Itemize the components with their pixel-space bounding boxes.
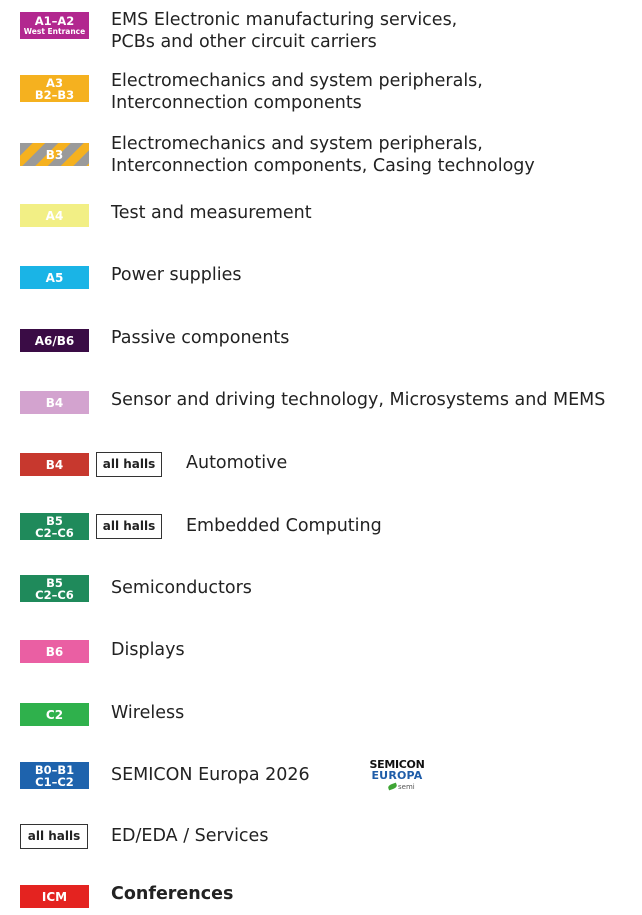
hall-badge: B5 C2–C6: [20, 513, 89, 540]
category-label-line: Interconnection components, Casing techn…: [111, 156, 535, 176]
category-label: SEMICON Europa 2026: [111, 765, 310, 785]
hall-badge: A3 B2–B3: [20, 75, 89, 102]
category-label: ED/EDA / Services: [111, 826, 269, 846]
hall-badge: A4: [20, 204, 89, 227]
category-label: Wireless: [111, 703, 185, 723]
logo-text: semi: [398, 783, 415, 791]
category-label: Passive components: [111, 328, 290, 348]
hall-badge-line: A5: [45, 270, 64, 285]
category-label: Displays: [111, 640, 185, 660]
category-label: Conferences: [111, 884, 234, 904]
category-label: Sensor and driving technology, Microsyst…: [111, 390, 606, 410]
hall-badge-line: C2: [45, 707, 64, 722]
hall-badge-line: A6/B6: [34, 333, 75, 348]
hall-badge: ICM: [20, 885, 89, 908]
hall-badge: B3: [20, 143, 89, 166]
hall-badge-line: C2–C6: [35, 587, 74, 602]
hall-badge: A5: [20, 266, 89, 289]
category-label-line: EMS Electronic manufacturing services,: [111, 10, 458, 30]
hall-badge-line: A3: [46, 75, 63, 90]
logo-text: EUROPA: [371, 769, 423, 782]
hall-badge-line: C1–C2: [35, 774, 74, 789]
category-label: Electromechanics and system peripherals,…: [111, 70, 483, 114]
hall-badge-line: B4: [45, 457, 64, 472]
semicon-europa-logo: SEMICON EUROPA semi: [364, 758, 430, 796]
hall-badge-line: B5: [46, 575, 63, 590]
all-halls-badge: all halls: [96, 514, 162, 539]
hall-badge-line: C2–C6: [35, 525, 74, 540]
hall-badge-line: West Entrance: [23, 27, 86, 36]
hall-badge: B0–B1 C1–C2: [20, 762, 89, 789]
hall-badge-line: ICM: [41, 889, 68, 904]
category-label-line: Electromechanics and system peripherals,: [111, 134, 483, 154]
hall-badge-line: B3: [45, 147, 64, 162]
hall-badge: B4: [20, 391, 89, 414]
hall-badge-line: B4: [45, 395, 64, 410]
category-label: Semiconductors: [111, 578, 252, 598]
category-label-line: PCBs and other circuit carriers: [111, 32, 377, 52]
hall-badge: B4: [20, 453, 89, 476]
category-label: Test and measurement: [111, 203, 312, 223]
all-halls-badge: all halls: [20, 824, 88, 849]
semi-swoosh-icon: [387, 782, 398, 791]
hall-badge: B6: [20, 640, 89, 663]
all-halls-badge: all halls: [96, 452, 162, 477]
hall-badge-line: A4: [45, 208, 64, 223]
category-label-line: Interconnection components: [111, 93, 362, 113]
category-label: EMS Electronic manufacturing services, P…: [111, 9, 457, 53]
hall-badge-line: B6: [45, 644, 64, 659]
hall-badge: A6/B6: [20, 329, 89, 352]
hall-badge: A1–A2 West Entrance: [20, 12, 89, 39]
hall-badge: C2: [20, 703, 89, 726]
hall-badge-line: A1–A2: [34, 14, 75, 28]
category-label-line: Electromechanics and system peripherals,: [111, 71, 483, 91]
hall-badge: B5 C2–C6: [20, 575, 89, 602]
category-label: Embedded Computing: [186, 516, 382, 536]
category-label: Power supplies: [111, 265, 242, 285]
category-label: Automotive: [186, 453, 288, 473]
hall-badge-line: B2–B3: [34, 87, 75, 102]
hall-badge-line: B0–B1: [34, 762, 75, 777]
hall-badge-line: B5: [46, 513, 63, 528]
category-label: Electromechanics and system peripherals,…: [111, 133, 535, 177]
